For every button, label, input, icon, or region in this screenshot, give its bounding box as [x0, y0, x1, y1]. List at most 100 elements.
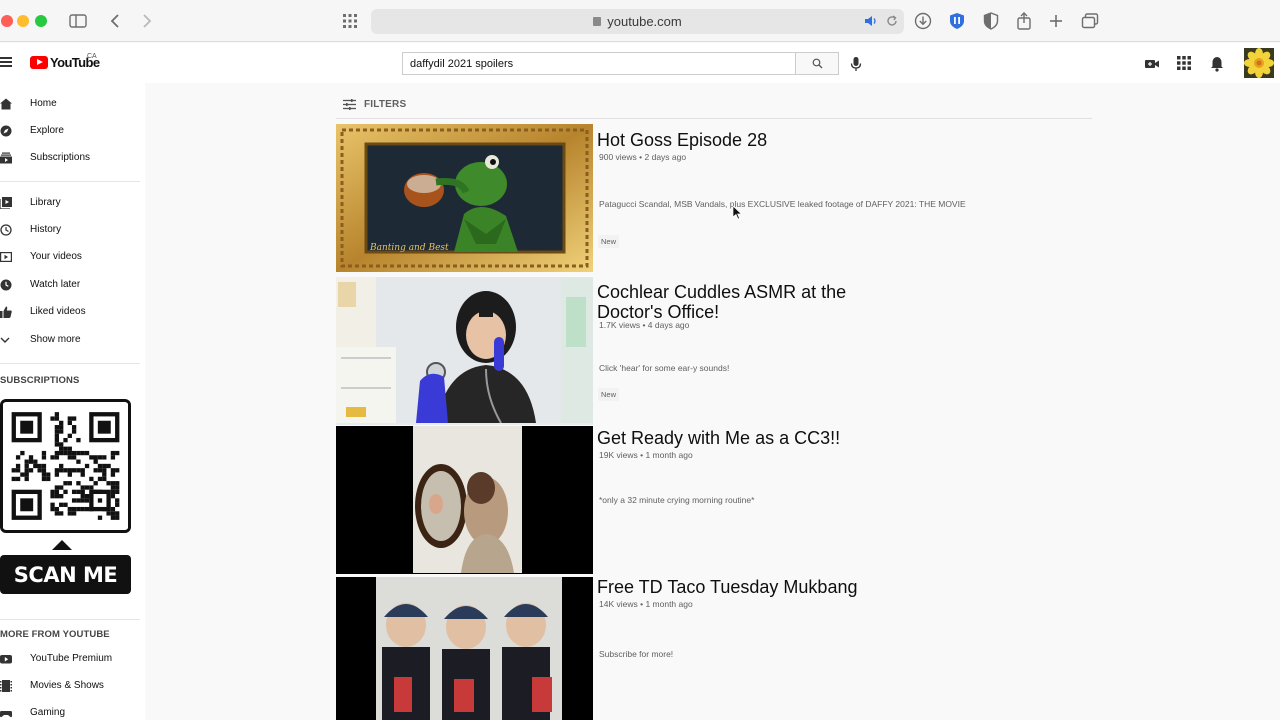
- filters-button[interactable]: FILTERS: [343, 99, 406, 110]
- clock-icon: [0, 279, 12, 290]
- back-icon[interactable]: [104, 10, 126, 32]
- video-description: Click 'hear' for some ear-y sounds!: [599, 363, 730, 373]
- youtube-premium-icon: [0, 654, 12, 663]
- password-manager-icon[interactable]: [946, 10, 968, 32]
- qr-code: [0, 399, 131, 533]
- sidebar-item-label: Library: [30, 197, 61, 208]
- sidebar-item-movies-shows[interactable]: Movies & Shows: [0, 672, 145, 699]
- thumbs-up-icon: [0, 306, 12, 318]
- new-badge: New: [598, 388, 620, 401]
- tab-overview-icon[interactable]: [1079, 10, 1101, 32]
- sidebar-item-label: Explore: [30, 125, 64, 136]
- subscriptions-icon: [0, 152, 12, 163]
- new-tab-icon[interactable]: [1045, 10, 1067, 32]
- search-icon: [812, 58, 822, 69]
- sidebar-item-home[interactable]: Home: [0, 90, 145, 117]
- search-button[interactable]: [796, 52, 839, 75]
- video-thumbnail[interactable]: [336, 426, 593, 574]
- download-icon[interactable]: [912, 10, 934, 32]
- thumbnail-caption: Banting and Best: [369, 243, 449, 253]
- sidebar-item-label: Liked videos: [30, 306, 86, 317]
- search-box: [402, 52, 796, 75]
- maximize-window-button[interactable]: [35, 15, 47, 27]
- video-description: Patagucci Scandal, MSB Vandals, plus EXC…: [599, 199, 966, 209]
- browser-toolbar: youtube.com: [0, 0, 1280, 42]
- qr-code-image: [3, 403, 128, 529]
- sidebar-item-label: Show more: [30, 334, 81, 345]
- sidebar-toggle-icon[interactable]: [67, 10, 89, 32]
- sidebar-item-history[interactable]: History: [0, 216, 145, 243]
- video-title[interactable]: Get Ready with Me as a CC3!!: [597, 428, 840, 448]
- history-icon: [0, 223, 12, 236]
- sidebar-item-label: YouTube Premium: [30, 653, 113, 664]
- sidebar-item-watch-later[interactable]: Watch later: [0, 271, 145, 298]
- qr-pointer: [52, 540, 72, 550]
- sidebar-item-youtube-premium[interactable]: YouTube Premium: [0, 645, 145, 672]
- video-meta: 19K views • 1 month ago: [599, 450, 693, 460]
- sidebar-item-label: Movies & Shows: [30, 680, 104, 691]
- your-videos-icon: [0, 251, 12, 262]
- more-from-youtube-heading: MORE FROM YOUTUBE: [0, 629, 110, 640]
- sidebar-item-your-videos[interactable]: Your videos: [0, 243, 145, 270]
- create-video-icon[interactable]: [1144, 56, 1160, 72]
- close-window-button[interactable]: [1, 15, 13, 27]
- sidebar-item-liked-videos[interactable]: Liked videos: [0, 298, 145, 325]
- video-meta: 14K views • 1 month ago: [599, 599, 693, 609]
- sidebar: Home Explore Subscriptions Library Histo…: [0, 83, 145, 720]
- address-bar[interactable]: youtube.com: [371, 9, 904, 34]
- shield-icon[interactable]: [980, 10, 1002, 32]
- grid-icon[interactable]: [339, 10, 361, 32]
- search-input[interactable]: [403, 53, 795, 74]
- sidebar-item-label: Subscriptions: [30, 152, 91, 163]
- sidebar-item-label: History: [30, 224, 62, 235]
- lock-icon: [593, 17, 602, 26]
- apps-icon[interactable]: [1177, 56, 1193, 72]
- sidebar-item-label: Your videos: [30, 251, 82, 262]
- menu-icon[interactable]: [0, 57, 12, 67]
- speaker-icon[interactable]: [864, 14, 878, 33]
- sidebar-item-label: Watch later: [30, 279, 81, 290]
- notifications-icon[interactable]: [1210, 56, 1226, 72]
- share-icon[interactable]: [1013, 10, 1035, 32]
- video-thumbnail[interactable]: [336, 277, 593, 425]
- minimize-window-button[interactable]: [17, 15, 29, 27]
- sidebar-item-subscriptions[interactable]: Subscriptions: [0, 144, 145, 171]
- film-icon: [0, 679, 12, 692]
- microphone-icon[interactable]: [849, 56, 863, 72]
- video-title[interactable]: Cochlear Cuddles ASMR at the Doctor's Of…: [597, 282, 887, 322]
- subscriptions-heading: SUBSCRIPTIONS: [0, 375, 80, 386]
- filters-label: FILTERS: [364, 99, 407, 110]
- youtube-logo[interactable]: YouTube CA: [30, 53, 100, 70]
- video-title[interactable]: Free TD Taco Tuesday Mukbang: [597, 577, 857, 597]
- youtube-header: YouTube CA: [0, 43, 1280, 83]
- url-text: youtube.com: [607, 14, 682, 29]
- avatar[interactable]: [1244, 48, 1274, 78]
- filter-icon: [343, 99, 356, 110]
- filters-divider: [336, 118, 1092, 119]
- sidebar-item-label: Home: [30, 98, 57, 109]
- video-meta: 900 views • 2 days ago: [599, 152, 687, 162]
- video-thumbnail[interactable]: [336, 577, 593, 720]
- home-icon: [0, 98, 12, 109]
- video-thumbnail[interactable]: Banting and Best: [336, 124, 593, 272]
- reload-icon[interactable]: [885, 14, 899, 33]
- video-description: *only a 32 minute crying morning routine…: [599, 495, 755, 505]
- video-title[interactable]: Hot Goss Episode 28: [597, 130, 767, 150]
- mouse-cursor-icon: [733, 206, 743, 220]
- new-badge: New: [598, 235, 620, 248]
- gaming-icon: [0, 710, 12, 717]
- sidebar-divider: [0, 181, 140, 182]
- logo-country: CA: [87, 53, 97, 60]
- sidebar-divider: [0, 363, 140, 364]
- sidebar-item-library[interactable]: Library: [0, 189, 145, 216]
- sidebar-item-gaming[interactable]: Gaming: [0, 699, 145, 720]
- library-icon: [0, 196, 12, 209]
- sidebar-item-label: Gaming: [30, 707, 66, 718]
- forward-icon[interactable]: [136, 10, 158, 32]
- sidebar-item-show-more[interactable]: Show more: [0, 326, 145, 353]
- scan-me-label: SCAN ME: [0, 555, 131, 594]
- sidebar-item-explore[interactable]: Explore: [0, 117, 145, 144]
- compass-icon: [0, 125, 12, 136]
- sidebar-divider: [0, 619, 140, 620]
- chevron-down-icon: [0, 337, 10, 343]
